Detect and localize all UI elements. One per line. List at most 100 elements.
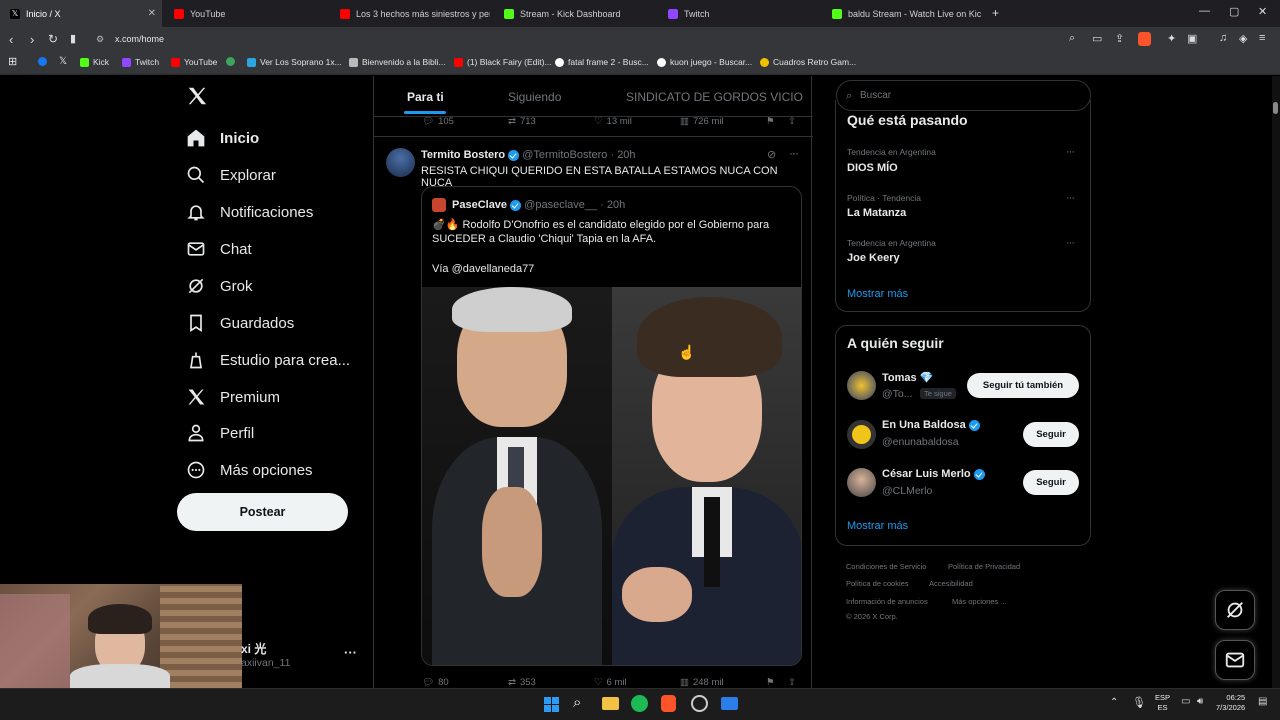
post-time[interactable]: · 20h xyxy=(610,149,635,161)
volume-icon[interactable]: 🔊︎ xyxy=(1197,696,1203,707)
post-more-icon[interactable]: ··· xyxy=(789,146,799,160)
messages-floating-button[interactable] xyxy=(1215,640,1255,680)
author-handle[interactable]: @TermitoBostero xyxy=(522,149,607,161)
brave-shield-icon[interactable] xyxy=(1138,32,1151,46)
tab-video[interactable]: Los 3 hechos más siniestros y perturb xyxy=(330,0,490,27)
nav-creator-studio[interactable]: Estudio para crea... xyxy=(186,350,350,370)
post-button[interactable]: Postear xyxy=(177,493,348,531)
nav-more-options[interactable]: Más opciones xyxy=(186,460,313,480)
nav-home[interactable]: Inicio xyxy=(186,128,259,148)
trend-more-icon[interactable]: ··· xyxy=(1066,237,1075,249)
minimize-button[interactable]: — xyxy=(1199,5,1210,17)
scrollbar-thumb[interactable] xyxy=(1273,102,1278,114)
trends-show-more-link[interactable]: Mostrar más xyxy=(847,288,908,300)
nav-profile[interactable]: Perfil xyxy=(186,423,254,443)
bookmark-tweet-button[interactable]: ⚑ xyxy=(766,116,775,127)
reply-button[interactable]: 💬︎ 80 xyxy=(422,677,449,688)
follow-avatar[interactable] xyxy=(847,468,876,497)
follow-name[interactable]: César Luis Merlo xyxy=(882,468,971,480)
restore-button[interactable]: ▢ xyxy=(1229,5,1239,18)
follow-avatar[interactable] xyxy=(847,371,876,400)
apps-grid-icon[interactable]: ⊞ xyxy=(8,55,17,68)
back-button[interactable]: ‹ xyxy=(9,32,13,47)
share-tweet-button[interactable]: ⇧ xyxy=(788,677,796,688)
follow-show-more-link[interactable]: Mostrar más xyxy=(847,520,908,532)
follow-name[interactable]: Tomas 💎 xyxy=(882,371,933,384)
media-icon[interactable]: ♫ xyxy=(1219,32,1227,44)
site-info-icon[interactable]: ⚙ xyxy=(96,30,104,49)
bookmark-twitch[interactable]: Twitch xyxy=(122,57,159,67)
page-scrollbar[interactable] xyxy=(1272,76,1280,688)
microphone-icon[interactable]: 🎙︎ xyxy=(1132,696,1146,709)
nav-premium[interactable]: Premium xyxy=(186,387,280,407)
grok-floating-button[interactable] xyxy=(1215,590,1255,630)
reload-button[interactable]: ↻ xyxy=(48,32,58,46)
tab-x-home[interactable]: 𝕏 Inicio / X ✕ xyxy=(0,0,162,27)
bookmark-black-fairy[interactable]: (1) Black Fairy (Edit)... xyxy=(454,57,552,67)
forward-button[interactable]: › xyxy=(30,32,34,47)
follow-back-button[interactable]: Seguir tú también xyxy=(967,373,1079,398)
start-button[interactable] xyxy=(544,697,559,712)
bookmark-tweet-button[interactable]: ⚑ xyxy=(766,677,775,688)
author-name[interactable]: Termito Bostero xyxy=(421,149,505,161)
bookmark-cuadros[interactable]: Cuadros Retro Gam... xyxy=(760,57,856,67)
zoom-icon[interactable]: ⌕ xyxy=(1069,32,1075,45)
sidebar-toggle-icon[interactable]: ▣ xyxy=(1187,32,1197,45)
reply-button[interactable]: 💬︎ 105 xyxy=(422,116,454,127)
nav-explore[interactable]: Explorar xyxy=(186,165,276,185)
footer-link-terms[interactable]: Condiciones de Servicio xyxy=(846,562,926,571)
footer-link-ads-info[interactable]: Información de anuncios xyxy=(846,597,928,606)
footer-link-accessibility[interactable]: Accesibilidad xyxy=(929,579,973,588)
bookmark-kuon[interactable]: kuon juego - Buscar... xyxy=(657,57,752,67)
tab-following[interactable]: Siguiendo xyxy=(508,90,561,104)
bookmark-biblioteca[interactable]: Bienvenido a la Bibli... xyxy=(349,57,446,67)
bookmark-soprano[interactable]: Ver Los Soprano 1x... xyxy=(247,57,342,67)
footer-link-more[interactable]: Más opciones ... xyxy=(952,597,1007,606)
share-tweet-button[interactable]: ⇧ xyxy=(788,116,796,127)
x-logo-home-link[interactable] xyxy=(186,85,208,107)
app-icon[interactable] xyxy=(691,695,708,712)
bookmark-game[interactable] xyxy=(226,57,235,66)
follow-button[interactable]: Seguir xyxy=(1023,422,1079,447)
extensions-icon[interactable]: ✦ xyxy=(1167,32,1176,45)
brave-icon[interactable] xyxy=(661,695,676,712)
language-indicator[interactable]: ESP ES xyxy=(1155,693,1170,713)
account-more-icon[interactable]: ··· xyxy=(344,645,357,660)
follow-avatar[interactable] xyxy=(847,420,876,449)
views-button[interactable]: ▥ 248 mil xyxy=(680,677,724,688)
footer-link-privacy[interactable]: Política de Privacidad xyxy=(948,562,1020,571)
nav-bookmarks[interactable]: Guardados xyxy=(186,313,294,333)
trend-name[interactable]: DIOS MÍO xyxy=(847,162,898,174)
nav-notifications[interactable]: Notificaciones xyxy=(186,202,313,222)
tab-kick-dashboard[interactable]: Stream - Kick Dashboard xyxy=(494,0,654,27)
url-field[interactable]: ⚙ x.com/home xyxy=(88,30,1138,49)
like-button[interactable]: ♡ 6 mil xyxy=(594,677,627,688)
nav-grok[interactable]: Grok xyxy=(186,276,253,296)
bookmark-fatal-frame[interactable]: fatal frame 2 - Busc... xyxy=(555,57,649,67)
tab-for-you[interactable]: Para ti xyxy=(407,90,444,104)
network-icon[interactable]: ▭ xyxy=(1181,696,1190,707)
follow-button[interactable]: Seguir xyxy=(1023,470,1079,495)
author-avatar[interactable] xyxy=(386,148,415,177)
repost-button[interactable]: ⇄ 353 xyxy=(508,677,536,688)
views-button[interactable]: ▥ 726 mil xyxy=(680,116,724,127)
bookmark-kick[interactable]: Kick xyxy=(80,57,109,67)
close-tab-icon[interactable]: ✕ xyxy=(148,8,156,19)
trend-more-icon[interactable]: ··· xyxy=(1066,192,1075,204)
nav-chat[interactable]: Chat xyxy=(186,239,252,259)
tab-list-sindicato[interactable]: SINDICATO DE GORDOS VICIO xyxy=(626,90,803,104)
footer-link-cookies[interactable]: Política de cookies xyxy=(846,579,909,588)
repost-button[interactable]: ⇄ 713 xyxy=(508,116,536,127)
menu-icon[interactable]: ≡ xyxy=(1259,32,1265,44)
new-tab-button[interactable]: + xyxy=(992,6,999,20)
trend-name[interactable]: La Matanza xyxy=(847,207,906,219)
close-window-button[interactable]: ✕ xyxy=(1258,5,1267,18)
file-explorer-icon[interactable] xyxy=(602,697,619,710)
cast-icon[interactable]: ▭ xyxy=(1092,32,1102,45)
grok-explain-icon[interactable]: ⊘ xyxy=(767,148,776,161)
quote-image[interactable] xyxy=(422,287,801,665)
follow-name[interactable]: En Una Baldosa xyxy=(882,419,966,431)
video-app-icon[interactable] xyxy=(721,697,738,710)
bookmark-youtube[interactable]: YouTube xyxy=(171,57,217,67)
quoted-post[interactable]: PaseClave @paseclave__ · 20h 💣🔥 Rodolfo … xyxy=(421,186,802,666)
